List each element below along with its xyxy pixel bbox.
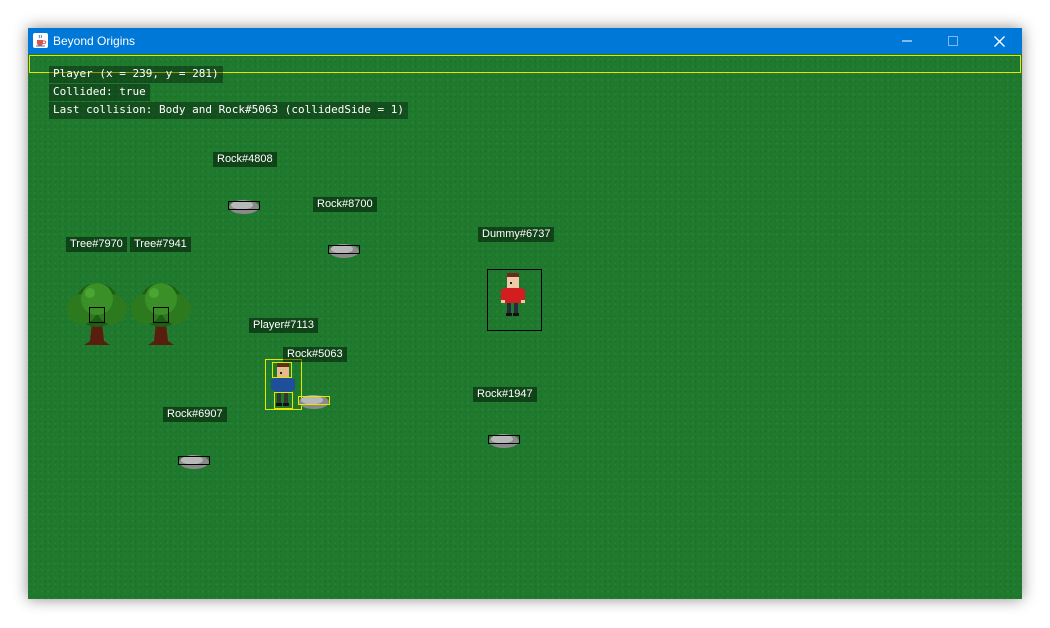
minimize-button[interactable] (884, 28, 930, 54)
entity-label-rock-5063: Rock#5063 (283, 347, 347, 362)
tree-sprite[interactable] (64, 281, 130, 347)
close-icon (993, 35, 1005, 47)
maximize-icon (948, 36, 958, 46)
entity-label-rock-6907: Rock#6907 (163, 407, 227, 422)
entity-label-rock-4808: Rock#4808 (213, 152, 277, 167)
debug-last-collision: Last collision: Body and Rock#5063 (coll… (49, 102, 408, 119)
game-canvas[interactable]: Player (x = 239, y = 281) Collided: true… (28, 54, 1022, 599)
entity-label-tree-7941: Tree#7941 (130, 237, 191, 252)
title-bar[interactable]: Beyond Origins (28, 28, 1022, 54)
minimize-icon (902, 40, 912, 42)
game-window: Beyond Origins Player (x = 239, y = 281)… (28, 28, 1022, 599)
rock-sprite[interactable] (227, 197, 261, 215)
entity-label-rock-8700: Rock#8700 (313, 197, 377, 212)
entity-label-dummy-6737: Dummy#6737 (478, 227, 555, 242)
window-title: Beyond Origins (53, 34, 136, 48)
debug-player-position: Player (x = 239, y = 281) (49, 66, 223, 83)
maximize-button[interactable] (930, 28, 976, 54)
rock-sprite[interactable] (297, 391, 331, 411)
rock-sprite[interactable] (487, 431, 521, 449)
close-button[interactable] (976, 28, 1022, 54)
tree-sprite[interactable] (128, 281, 194, 347)
dummy-sprite[interactable] (500, 272, 526, 318)
debug-collided-status: Collided: true (49, 84, 150, 101)
player-head-hitbox (272, 362, 292, 378)
rock-sprite[interactable] (177, 452, 211, 470)
rock-sprite[interactable] (327, 241, 361, 259)
player-feet-hitbox (274, 392, 293, 409)
entity-label-player-7113: Player#7113 (249, 318, 318, 333)
entity-label-rock-1947: Rock#1947 (473, 387, 537, 402)
java-cup-icon (33, 33, 48, 48)
entity-label-tree-7970: Tree#7970 (66, 237, 127, 252)
